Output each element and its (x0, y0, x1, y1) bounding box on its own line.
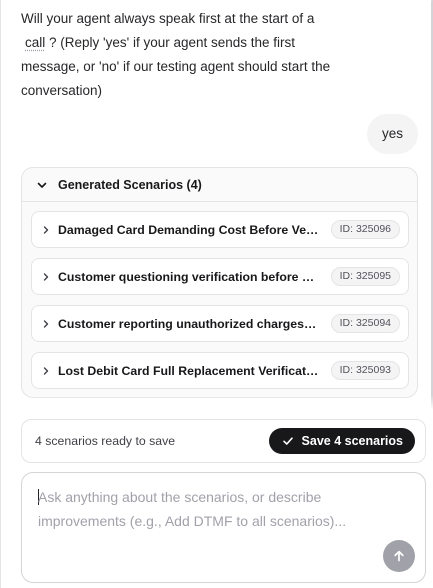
scenario-title: Customer questioning verification before… (58, 269, 319, 284)
check-icon (282, 437, 293, 445)
scenario-id-badge: ID: 325095 (330, 267, 400, 286)
message-composer[interactable]: Ask anything about the scenarios, or des… (21, 472, 426, 583)
chevron-right-icon (43, 225, 49, 234)
save-scenarios-button[interactable]: Save 4 scenarios (268, 428, 415, 454)
chevron-right-icon (43, 272, 49, 281)
scenario-title: Customer reporting unauthorized charges … (58, 316, 319, 331)
message-input-placeholder[interactable]: Ask anything about the scenarios, or des… (38, 485, 368, 533)
scenario-id-badge: ID: 325096 (330, 220, 400, 239)
agent-message-line-1: Will your agent always speak first at th… (21, 11, 315, 26)
agent-message-line-3: message, or 'no' if our testing agent sh… (21, 59, 331, 74)
chat-panel: Will your agent always speak first at th… (0, 0, 433, 588)
scenario-id-badge: ID: 325094 (330, 314, 400, 333)
scenario-row[interactable]: Customer questioning verification before… (31, 258, 409, 295)
scroll-fade (1, 395, 433, 410)
chevron-right-icon (43, 366, 49, 375)
chevron-down-icon (37, 182, 47, 188)
save-scenarios-bar: 4 scenarios ready to save Save 4 scenari… (21, 419, 426, 463)
scenario-title: Lost Debit Card Full Replacement Verific… (58, 363, 319, 378)
arrow-up-icon (394, 550, 404, 562)
scenario-title: Damaged Card Demanding Cost Before Verif… (58, 222, 319, 237)
chevron-right-icon (43, 319, 49, 328)
scenario-row[interactable]: Customer reporting unauthorized charges … (31, 305, 409, 342)
scenario-row[interactable]: Damaged Card Demanding Cost Before Verif… (31, 211, 409, 248)
save-status-text: 4 scenarios ready to save (35, 434, 176, 448)
agent-message: Will your agent always speak first at th… (21, 7, 351, 103)
call-term[interactable]: call (25, 35, 45, 50)
generated-scenarios-toggle[interactable]: Generated Scenarios (4) (22, 168, 417, 202)
agent-message-line-2: call ? (Reply 'yes' if your agent sends … (21, 31, 351, 55)
chat-history[interactable]: Will your agent always speak first at th… (1, 0, 433, 410)
user-message-bubble: yes (366, 114, 418, 154)
save-scenarios-button-label: Save 4 scenarios (301, 434, 403, 448)
agent-message-line-4: conversation) (21, 83, 103, 98)
scenario-id-badge: ID: 325093 (330, 361, 400, 380)
generated-scenarios-title: Generated Scenarios (4) (58, 177, 202, 192)
send-button[interactable] (383, 540, 415, 572)
scenario-row[interactable]: Lost Debit Card Full Replacement Verific… (31, 352, 409, 389)
generated-scenarios-panel: Generated Scenarios (4) Damaged Card Dem… (21, 167, 418, 398)
agent-message-line-2-rest: ? (Reply 'yes' if your agent sends the f… (49, 35, 296, 50)
